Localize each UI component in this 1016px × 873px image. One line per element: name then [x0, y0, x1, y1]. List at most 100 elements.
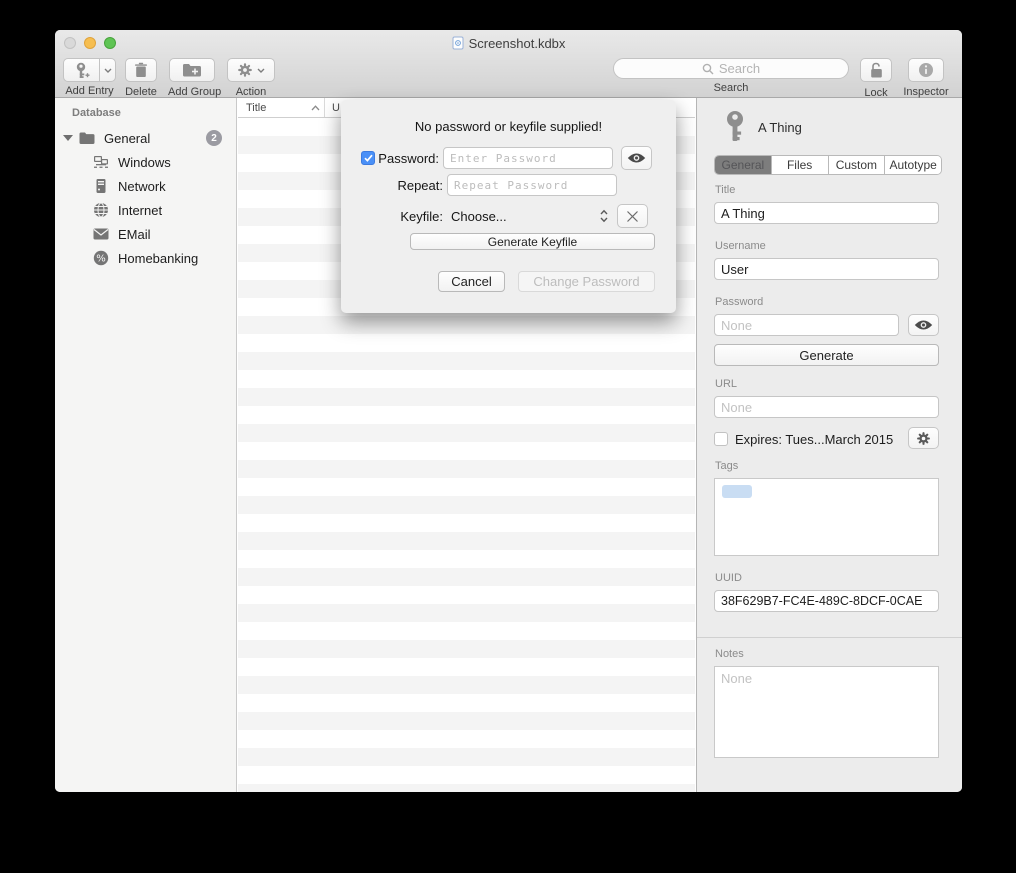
notes-field[interactable]	[714, 666, 939, 758]
url-label: URL	[715, 378, 737, 390]
add-group-label: Add Group	[168, 86, 216, 98]
add-entry-button[interactable]	[63, 58, 116, 82]
sidebar-item-email[interactable]: EMail	[55, 222, 236, 246]
add-entry-label: Add Entry	[63, 85, 116, 97]
generate-keyfile-button[interactable]: Generate Keyfile	[410, 233, 655, 250]
change-password-dialog: No password or keyfile supplied! Passwor…	[341, 100, 676, 313]
windows-icon	[93, 154, 109, 170]
gear-icon	[237, 62, 253, 78]
sort-ascending-icon	[311, 105, 320, 111]
internet-icon	[93, 202, 109, 218]
sidebar-item-label: Internet	[118, 203, 162, 218]
column-header-title[interactable]: Title	[238, 98, 325, 117]
inspector-divider	[697, 637, 962, 638]
inspector-panel: A Thing General Files Custom Autotype Ti…	[696, 98, 962, 792]
eye-icon	[627, 152, 646, 164]
title-label: Title	[715, 184, 735, 196]
tag-token[interactable]	[722, 485, 752, 498]
action-label: Action	[227, 86, 275, 98]
gear-icon	[916, 431, 931, 446]
sidebar-item-label: EMail	[118, 227, 151, 242]
expires-checkbox[interactable]	[714, 432, 728, 446]
username-field[interactable]	[714, 258, 939, 280]
stepper-icon[interactable]	[599, 208, 609, 224]
key-icon	[723, 110, 747, 144]
homebanking-icon: %	[93, 250, 109, 266]
lock-icon	[869, 62, 884, 79]
inspector-tabs: General Files Custom Autotype	[714, 155, 942, 175]
folder-icon	[79, 130, 95, 146]
tab-files[interactable]: Files	[772, 156, 829, 174]
tags-label: Tags	[715, 460, 738, 472]
svg-text:%: %	[96, 254, 106, 265]
search-input[interactable]: Search	[613, 58, 849, 79]
sidebar-item-network[interactable]: Network	[55, 174, 236, 198]
dialog-message: No password or keyfile supplied!	[341, 119, 676, 134]
entry-title: A Thing	[758, 120, 802, 135]
search-label: Search	[613, 82, 849, 94]
sidebar-item-homebanking[interactable]: % Homebanking	[55, 246, 236, 270]
cancel-button[interactable]: Cancel	[438, 271, 505, 292]
sidebar-item-label: Homebanking	[118, 251, 198, 266]
repeat-password-input[interactable]	[447, 174, 617, 196]
folder-plus-icon	[182, 62, 202, 78]
info-icon	[918, 62, 934, 78]
generate-password-button[interactable]: Generate	[714, 344, 939, 366]
document-icon	[452, 36, 464, 50]
sidebar-item-general[interactable]: General 2	[55, 126, 236, 150]
tab-custom[interactable]: Custom	[829, 156, 886, 174]
entry-count-badge: 2	[206, 130, 222, 146]
search-icon	[702, 63, 714, 75]
sidebar-item-label: Windows	[118, 155, 171, 170]
inspector-label: Inspector	[900, 86, 952, 98]
network-icon	[93, 178, 109, 194]
password-input[interactable]	[443, 147, 613, 169]
reveal-password-button[interactable]	[908, 314, 939, 336]
lock-button[interactable]	[860, 58, 892, 82]
expires-settings-button[interactable]	[908, 427, 939, 449]
email-icon	[93, 226, 109, 242]
lock-label: Lock	[860, 87, 892, 99]
change-password-button[interactable]: Change Password	[518, 271, 655, 292]
uuid-label: UUID	[715, 572, 742, 584]
username-label: Username	[715, 240, 766, 252]
disclosure-triangle-icon[interactable]	[63, 135, 73, 141]
inspector-button[interactable]	[908, 58, 944, 82]
url-field[interactable]	[714, 396, 939, 418]
title-field[interactable]	[714, 202, 939, 224]
close-x-icon	[626, 210, 639, 223]
password-label: Password	[715, 296, 763, 308]
password-checkbox[interactable]	[361, 151, 375, 165]
password-label: Password:	[375, 151, 439, 166]
password-field[interactable]	[714, 314, 899, 336]
clear-keyfile-button[interactable]	[617, 204, 648, 228]
tab-general[interactable]: General	[715, 156, 772, 174]
sidebar-item-label: Network	[118, 179, 166, 194]
tab-autotype[interactable]: Autotype	[885, 156, 941, 174]
uuid-field[interactable]	[714, 590, 939, 612]
keyfile-popup[interactable]: Choose...	[451, 209, 599, 224]
keyfile-label: Keyfile:	[361, 209, 443, 224]
window-title: Screenshot.kdbx	[55, 36, 962, 51]
chevron-down-icon	[104, 68, 112, 73]
repeat-label: Repeat:	[361, 178, 443, 193]
app-window: Screenshot.kdbx Add Entry Delete	[55, 30, 962, 792]
sidebar-header: Database	[72, 107, 121, 119]
sidebar-item-label: General	[104, 131, 150, 146]
chevron-down-icon	[257, 68, 265, 73]
notes-label: Notes	[715, 648, 744, 660]
sidebar-item-internet[interactable]: Internet	[55, 198, 236, 222]
add-group-button[interactable]	[169, 58, 215, 82]
delete-label: Delete	[125, 86, 157, 98]
action-button[interactable]	[227, 58, 275, 82]
key-plus-icon	[74, 62, 90, 79]
toolbar: Screenshot.kdbx Add Entry Delete	[55, 30, 962, 98]
reveal-password-button[interactable]	[621, 146, 652, 170]
sidebar-item-windows[interactable]: Windows	[55, 150, 236, 174]
tags-field[interactable]	[714, 478, 939, 556]
expires-label: Expires: Tues...March 2015	[735, 432, 893, 447]
delete-button[interactable]	[125, 58, 157, 82]
column-header-username[interactable]: U	[325, 102, 340, 114]
check-icon	[364, 154, 373, 162]
search-placeholder: Search	[719, 61, 760, 76]
